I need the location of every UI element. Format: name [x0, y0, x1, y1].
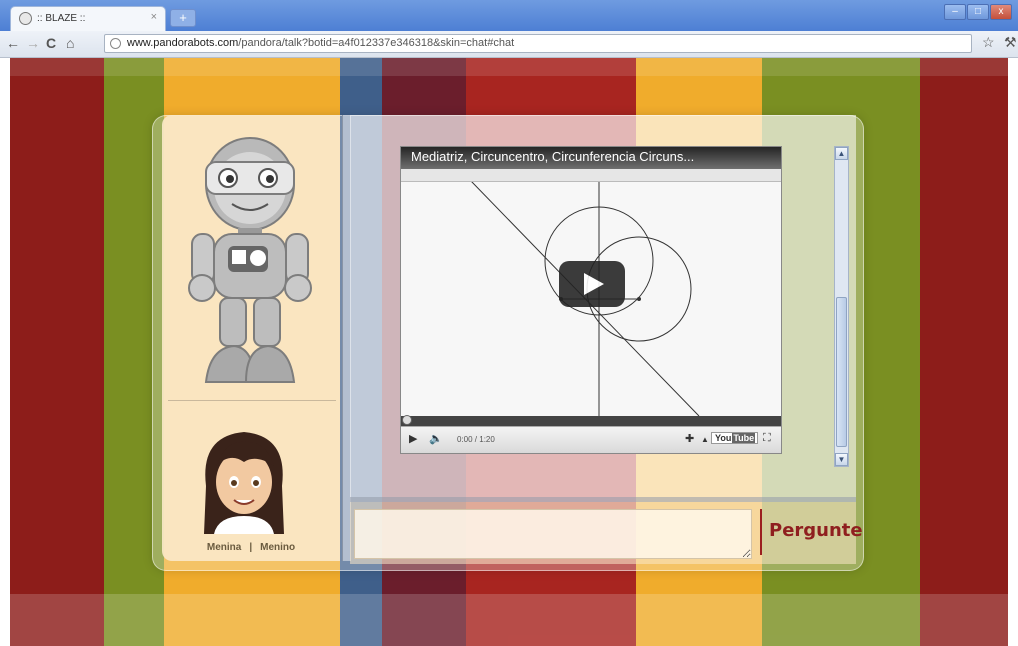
- play-icon[interactable]: [559, 261, 625, 307]
- video-title[interactable]: Mediatriz, Circuncentro, Circunferencia …: [411, 149, 694, 164]
- chat-scrollbar[interactable]: ▲ ▼: [834, 146, 849, 467]
- new-tab-button[interactable]: +: [170, 9, 196, 27]
- tab-title: :: BLAZE ::: [37, 13, 86, 24]
- video-progress-bar[interactable]: [401, 415, 781, 426]
- youtube-logo-tube: Tube: [732, 433, 756, 443]
- bookmark-star-icon[interactable]: ☆: [982, 34, 995, 51]
- video-time: 0:00 / 1:20: [457, 435, 495, 444]
- button-divider: [760, 509, 762, 555]
- browser-tab[interactable]: :: BLAZE :: ×: [10, 6, 166, 31]
- video-title-bar: Mediatriz, Circuncentro, Circunferencia …: [401, 147, 781, 169]
- avatar-divider: [168, 400, 336, 401]
- youtube-video-player[interactable]: Mediatriz, Circuncentro, Circunferencia …: [400, 146, 782, 454]
- page-globe-icon: [110, 38, 121, 49]
- url-domain: www.pandorabots.com: [127, 37, 239, 49]
- geogebra-toolbar: [401, 169, 781, 182]
- caret-up-icon[interactable]: ▲: [701, 435, 709, 444]
- progress-handle[interactable]: [402, 415, 412, 425]
- girl-avatar[interactable]: [196, 426, 292, 538]
- scroll-thumb[interactable]: [836, 297, 847, 447]
- browser-titlebar: :: BLAZE :: × + – □ x: [0, 0, 1018, 31]
- robot-avatar: [188, 137, 312, 383]
- video-controls: ▶ 🔈 0:00 / 1:20 ✚ ▲ You Tube ⛶: [401, 426, 781, 453]
- stripe-highlight-top: [0, 58, 1018, 76]
- switch-separator: |: [249, 542, 253, 553]
- girl-link[interactable]: Menina: [207, 542, 241, 553]
- page-favicon-icon: [19, 12, 32, 25]
- wrench-menu-icon[interactable]: ⚒: [1004, 34, 1017, 51]
- url-text: www.pandorabots.com/pandora/talk?botid=a…: [127, 37, 514, 49]
- play-small-icon[interactable]: ▶: [409, 432, 417, 445]
- question-input[interactable]: [354, 509, 752, 559]
- browser-toolbar: ← → C ⌂ www.pandorabots.com/pandora/talk…: [0, 31, 1018, 58]
- back-arrow-icon[interactable]: ←: [6, 35, 20, 51]
- home-icon[interactable]: ⌂: [66, 35, 74, 51]
- maximize-button[interactable]: □: [967, 4, 989, 20]
- close-window-button[interactable]: x: [990, 4, 1012, 20]
- ask-button[interactable]: Pergunte: [769, 520, 863, 541]
- boy-link[interactable]: Menino: [260, 542, 295, 553]
- scroll-down-icon[interactable]: ▼: [835, 453, 848, 466]
- page-viewport: Menina | Menino Mediatriz, Circuncentro, C…: [0, 58, 1018, 646]
- add-icon[interactable]: ✚: [685, 432, 694, 445]
- background-stripe: [10, 58, 104, 646]
- reload-icon[interactable]: C: [46, 35, 56, 51]
- address-bar[interactable]: www.pandorabots.com/pandora/talk?botid=a…: [104, 34, 972, 53]
- scroll-up-icon[interactable]: ▲: [835, 147, 848, 160]
- character-switch: Menina | Menino: [162, 542, 340, 553]
- volume-icon[interactable]: 🔈: [429, 432, 443, 445]
- tab-close-icon[interactable]: ×: [151, 11, 157, 23]
- forward-arrow-icon[interactable]: →: [26, 35, 40, 51]
- stripe-highlight-bottom: [0, 594, 1018, 646]
- window-controls: – □ x: [944, 4, 1012, 20]
- minimize-button[interactable]: –: [944, 4, 966, 20]
- url-path: /pandora/talk?botid=a4f012337e346318&ski…: [238, 37, 515, 49]
- youtube-logo-you: You: [715, 433, 732, 443]
- youtube-logo[interactable]: You Tube: [711, 432, 759, 444]
- background-stripe: [920, 58, 1008, 646]
- fullscreen-icon[interactable]: ⛶: [763, 432, 771, 445]
